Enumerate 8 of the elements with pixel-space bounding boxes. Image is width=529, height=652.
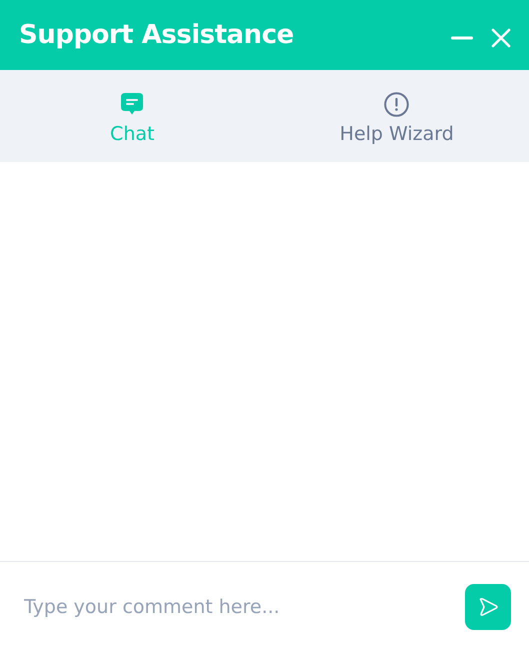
send-button[interactable] <box>465 584 511 630</box>
minimize-icon[interactable] <box>451 36 473 40</box>
tab[interactable]: Help Wizard <box>264 70 529 162</box>
chat-icon <box>120 92 144 117</box>
exclamation-icon <box>384 92 410 117</box>
close-icon[interactable] <box>491 28 511 48</box>
comment-field[interactable]: Type your comment here... <box>24 596 455 618</box>
window-title: Support Assistance <box>19 22 295 48</box>
